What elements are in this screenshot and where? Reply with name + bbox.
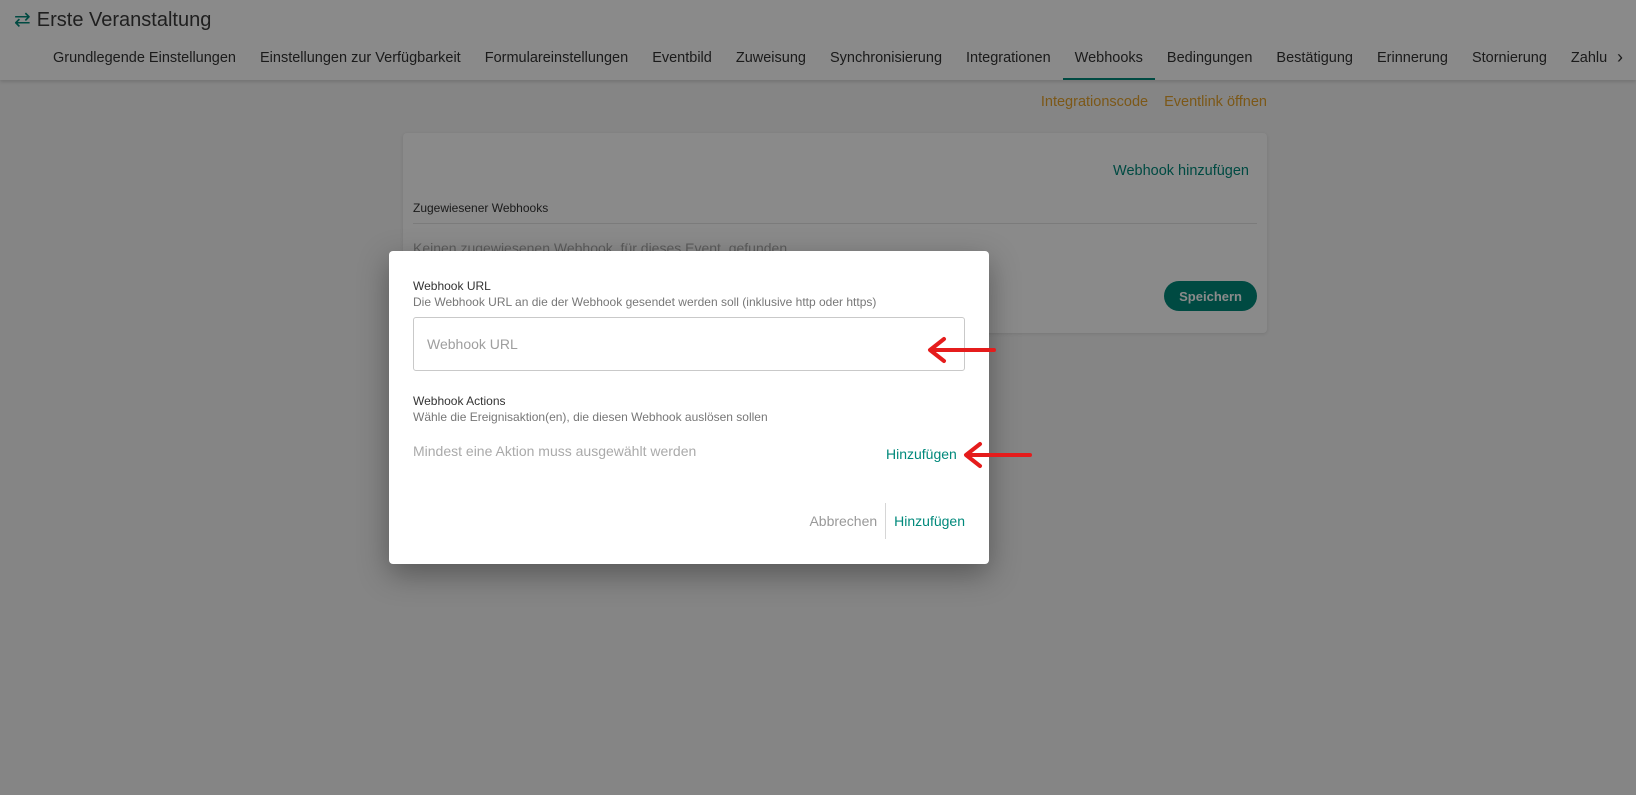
webhook-url-input[interactable] (413, 317, 965, 371)
dialog-footer: Abbrechen Hinzufügen (801, 503, 965, 539)
add-action-button[interactable]: Hinzufügen (886, 446, 957, 462)
webhook-url-label: Webhook URL (413, 279, 491, 293)
submit-add-button[interactable]: Hinzufügen (886, 513, 965, 529)
webhook-actions-label: Webhook Actions (413, 394, 506, 408)
webhook-url-hint: Die Webhook URL an die der Webhook gesen… (413, 295, 877, 309)
add-webhook-dialog: Webhook URL Die Webhook URL an die der W… (389, 251, 989, 564)
annotation-arrow-url-icon (928, 337, 996, 363)
webhook-actions-hint: Wähle die Ereignisaktion(en), die diesen… (413, 410, 768, 424)
annotation-arrow-add-icon (964, 442, 1032, 468)
cancel-button[interactable]: Abbrechen (801, 513, 885, 529)
min-action-hint: Mindest eine Aktion muss ausgewählt werd… (413, 443, 697, 459)
